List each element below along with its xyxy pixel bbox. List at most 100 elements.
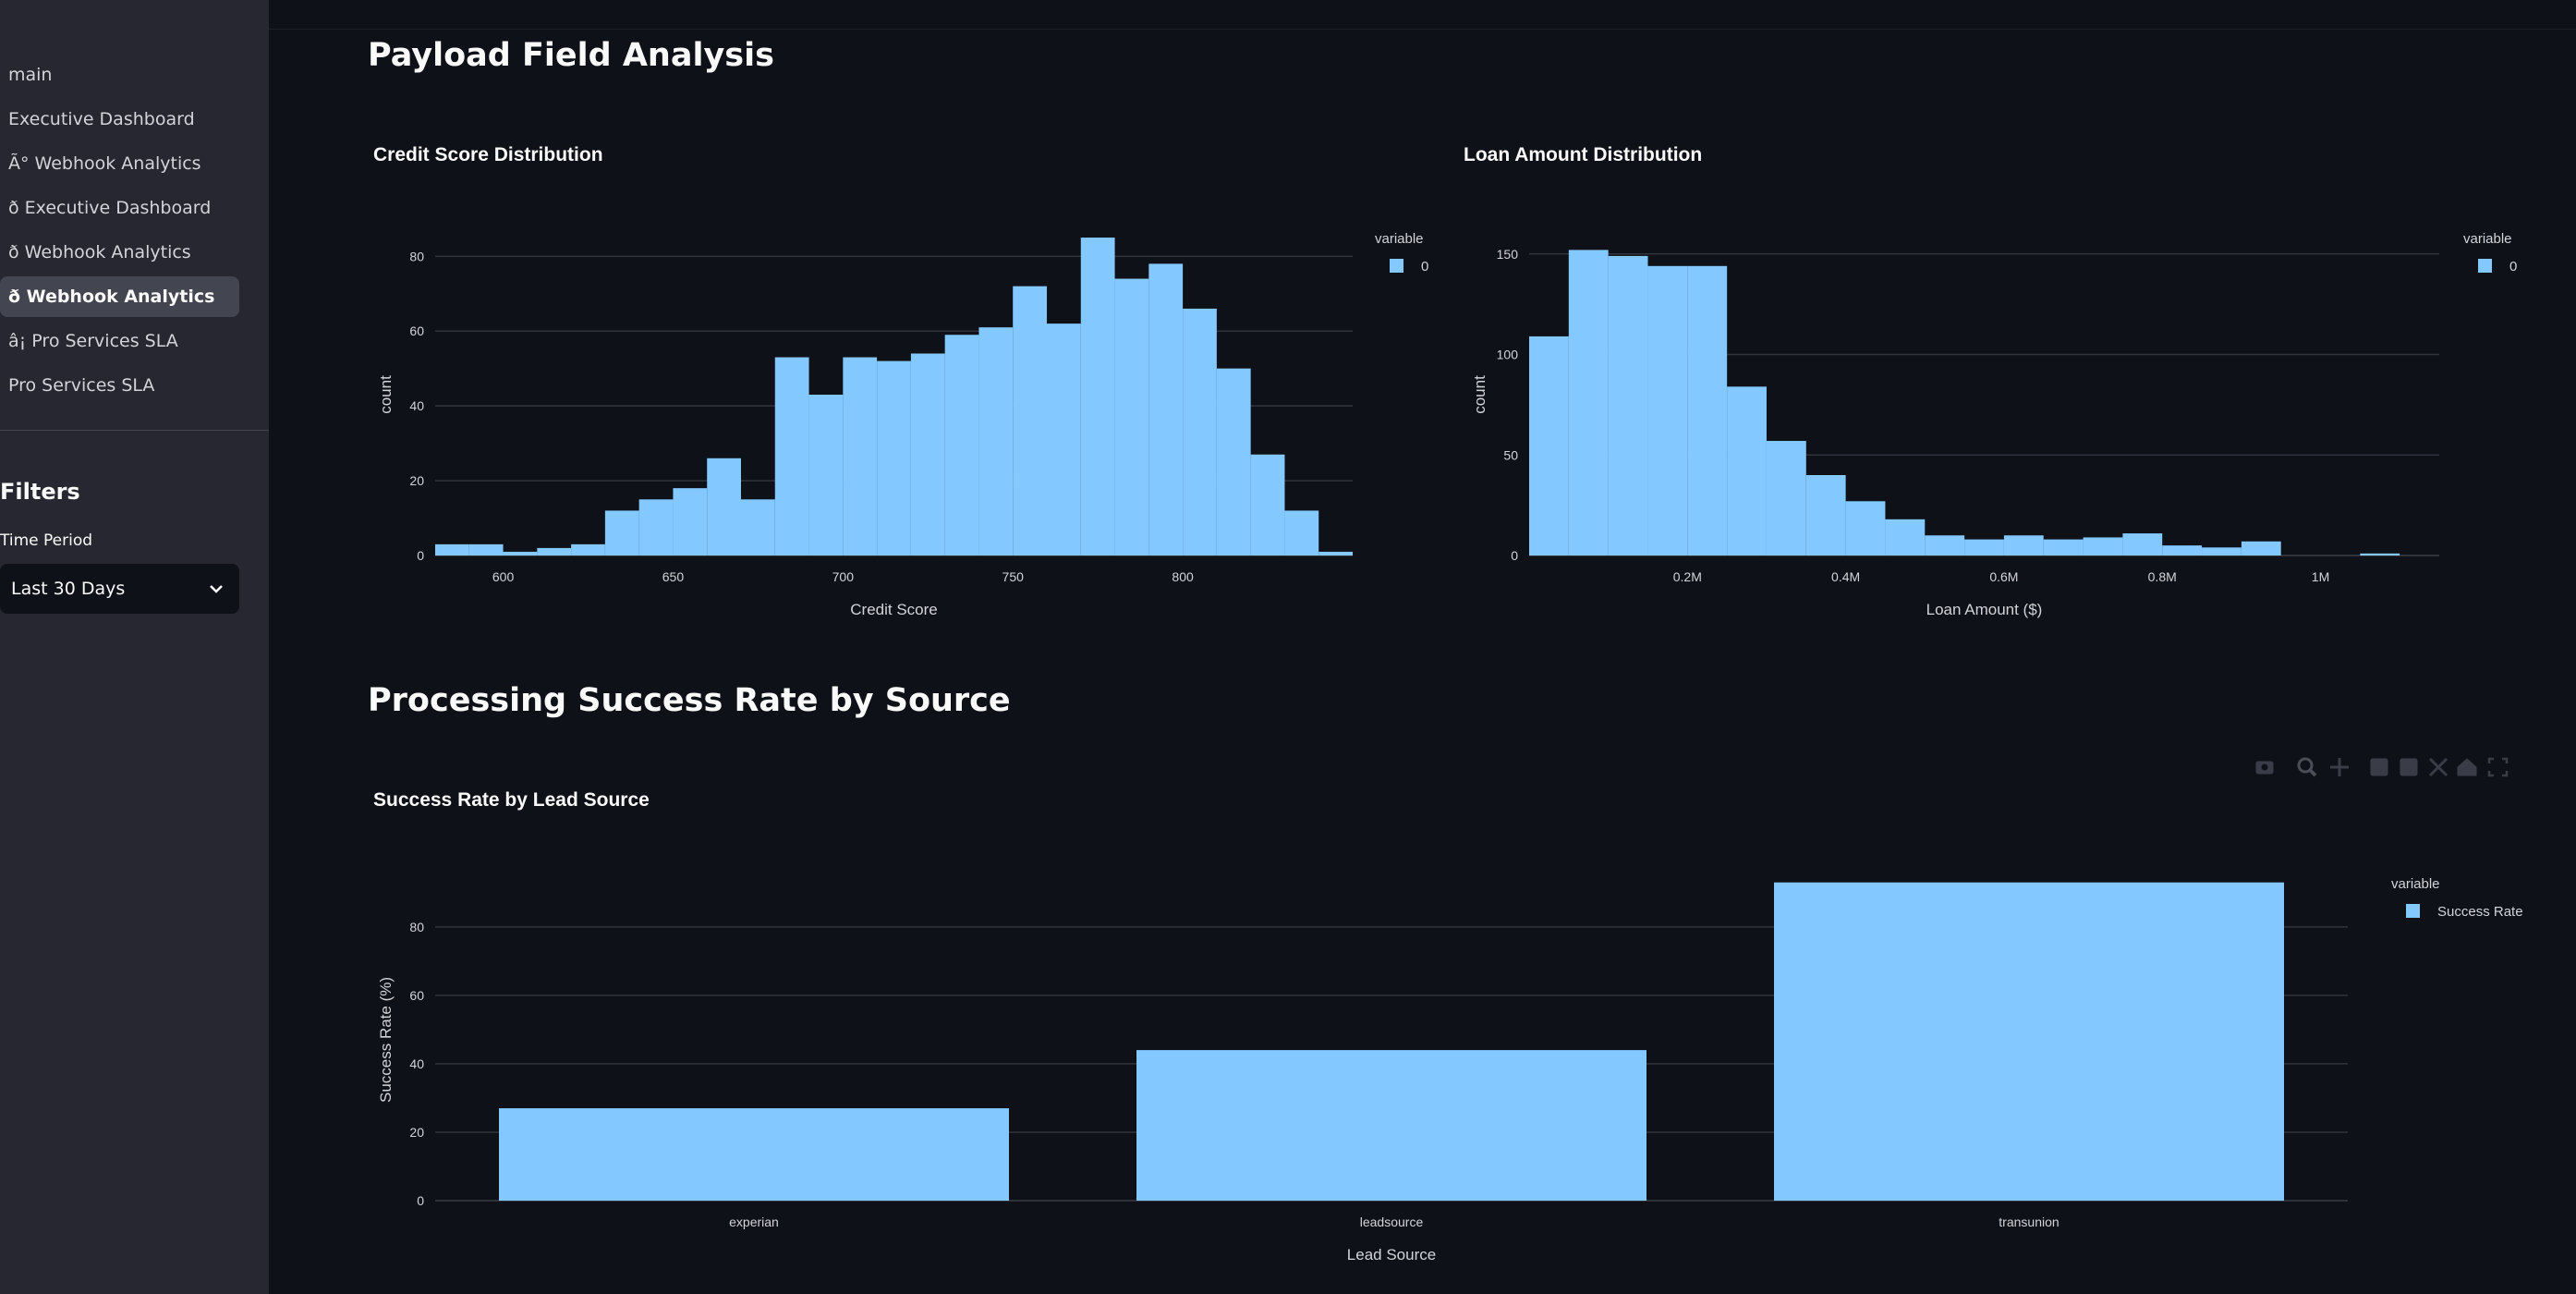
sidebar-item[interactable]: â¡ Pro Services SLA — [0, 321, 239, 361]
pan-icon[interactable] — [2330, 758, 2349, 776]
histogram-bar — [774, 357, 809, 555]
histogram-bar — [944, 335, 979, 555]
x-tick-label: 800 — [1172, 569, 1194, 584]
sidebar-item[interactable]: Executive Dashboard — [0, 99, 239, 140]
autoscale-icon[interactable] — [2428, 757, 2448, 777]
x-tick-label: 750 — [1002, 569, 1025, 584]
y-tick-label: 60 — [409, 988, 424, 1003]
histogram-bar — [468, 543, 504, 555]
histogram-bar — [1964, 539, 2004, 555]
legend-title: variable — [2463, 231, 2512, 247]
sidebar-item[interactable]: ð Webhook Analytics — [0, 276, 239, 317]
sidebar-divider — [0, 430, 269, 431]
histogram-bar — [978, 327, 1014, 555]
histogram-bar — [1647, 265, 1688, 555]
chevron-down-icon — [210, 585, 223, 593]
time-period-value: Last 30 Days — [11, 579, 126, 599]
y-tick-label: 100 — [1497, 348, 1519, 362]
histogram-bar — [2122, 533, 2163, 555]
y-tick-label: 150 — [1497, 247, 1519, 262]
histogram-bar — [638, 499, 674, 555]
histogram-bar — [1568, 250, 1609, 555]
section-title-payload: Payload Field Analysis — [368, 37, 774, 74]
histogram-bar — [435, 543, 469, 555]
filters-heading: Filters — [0, 479, 80, 505]
histogram-bar — [2043, 539, 2084, 555]
y-tick-label: 20 — [409, 473, 424, 488]
histogram-bar — [1608, 255, 1648, 555]
x-axis-title: Lead Source — [1347, 1246, 1436, 1263]
chart-title: Loan Amount Distribution — [1464, 144, 1702, 165]
y-tick-label: 60 — [409, 324, 424, 338]
camera-icon[interactable] — [2255, 761, 2274, 775]
y-axis-title: count — [377, 375, 395, 414]
histogram-bar — [1845, 501, 1886, 555]
x-tick-label: 700 — [832, 569, 855, 584]
legend-item-label: 0 — [1421, 259, 1428, 275]
bar — [1774, 882, 2284, 1201]
y-tick-label: 40 — [409, 398, 424, 413]
x-tick-label: 600 — [492, 569, 515, 584]
loan-amount-chart[interactable]: Loan Amount Distribution 0 50 100 150 Loan Am… — [1458, 139, 2567, 629]
x-axis-title: Loan Amount ($) — [1926, 601, 2043, 618]
x-tick-label: 0.6M — [1989, 569, 2018, 584]
histogram-bar — [1183, 308, 1217, 555]
y-axis-title: Success Rate (%) — [377, 977, 395, 1103]
sidebar-item[interactable]: Pro Services SLA — [0, 365, 239, 406]
legend-title: variable — [2391, 876, 2440, 892]
histogram-bar — [1080, 238, 1115, 555]
header-divider — [269, 29, 2576, 30]
histogram-bar — [673, 488, 708, 555]
histogram-bar — [2241, 541, 2281, 555]
sidebar-item[interactable]: ð Webhook Analytics — [0, 232, 239, 273]
section-title-success-rate: Processing Success Rate by Source — [368, 682, 1011, 719]
histogram-bar — [1766, 441, 1806, 555]
histogram-bar — [910, 353, 945, 555]
time-period-label: Time Period — [0, 531, 93, 550]
histogram-bar — [1284, 510, 1319, 555]
histogram-bar — [537, 547, 572, 555]
y-axis-title: count — [1471, 375, 1488, 414]
sidebar-item[interactable]: Ã° Webhook Analytics — [0, 143, 239, 184]
legend-item-label: 0 — [2509, 259, 2517, 275]
y-tick-label: 20 — [409, 1125, 424, 1140]
histogram-bar — [877, 360, 911, 555]
sidebar-item[interactable]: main — [0, 55, 239, 95]
x-axis-title: Credit Score — [850, 601, 937, 618]
x-tick-label: leadsource — [1360, 1215, 1424, 1229]
y-tick-label: 0 — [1511, 548, 1518, 563]
histogram-bar — [1216, 368, 1251, 555]
histogram-bar — [1687, 265, 1728, 555]
histogram-bar — [2083, 537, 2123, 555]
histogram-bar — [1318, 551, 1353, 555]
sidebar-item[interactable]: ð Executive Dashboard — [0, 188, 239, 228]
x-tick-label: 650 — [662, 569, 685, 584]
credit-score-chart[interactable]: Credit Score Distribution 0 20 40 60 80 Credit… — [368, 139, 1449, 629]
success-rate-chart[interactable]: Success Rate by Lead Source 0 20 40 60 80 Lead… — [368, 784, 2567, 1274]
legend-title: variable — [1375, 231, 1424, 247]
y-tick-label: 80 — [409, 920, 424, 934]
histogram-bar — [2202, 547, 2242, 555]
x-tick-label: 0.2M — [1673, 569, 1702, 584]
legend-swatch — [1390, 259, 1403, 273]
time-period-select[interactable]: Last 30 Days — [0, 564, 239, 614]
fullscreen-icon[interactable] — [2487, 757, 2509, 777]
y-tick-label: 40 — [409, 1056, 424, 1071]
histogram-bar — [604, 510, 639, 555]
bar — [1136, 1050, 1646, 1201]
histogram-bar — [843, 357, 878, 555]
histogram-bar — [2003, 535, 2044, 555]
zoom-icon[interactable] — [2297, 757, 2317, 777]
x-tick-label: 0.8M — [2148, 569, 2177, 584]
histogram-bar — [1148, 263, 1184, 555]
sidebar: main Executive Dashboard Ã° Webhook Analyt… — [0, 0, 269, 1294]
legend-swatch — [2406, 904, 2420, 918]
x-tick-label: transunion — [1999, 1215, 2059, 1229]
x-tick-label: 0.4M — [1831, 569, 1860, 584]
histogram-bar — [1529, 336, 1569, 555]
zoom-out-icon[interactable] — [2400, 758, 2418, 776]
zoom-in-icon[interactable] — [2370, 758, 2388, 776]
reset-axes-icon[interactable] — [2457, 758, 2477, 776]
y-tick-label: 50 — [1503, 447, 1518, 462]
y-tick-label: 0 — [417, 548, 424, 563]
